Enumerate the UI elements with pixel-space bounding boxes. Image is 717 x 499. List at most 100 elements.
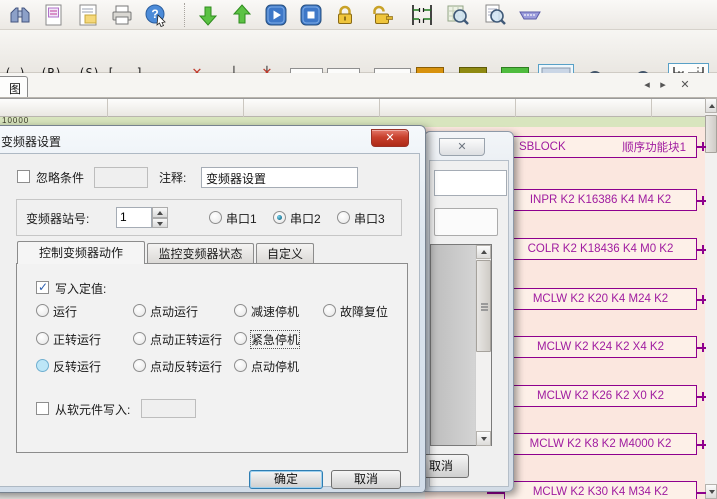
ladder-block[interactable]: MCLW K2 K8 K2 M4000 K2 bbox=[504, 433, 697, 455]
ladder-wire bbox=[487, 492, 504, 494]
station-label: 变频器站号: bbox=[26, 210, 89, 227]
unlock-icon[interactable] bbox=[370, 3, 394, 27]
background-dialog-field[interactable] bbox=[434, 170, 507, 196]
write-from-device-checkbox[interactable] bbox=[36, 402, 49, 415]
tab-prev-icon[interactable]: ◂ bbox=[640, 78, 654, 91]
comment-input[interactable]: 变频器设置 bbox=[201, 167, 358, 188]
down-arrow-icon bbox=[709, 490, 715, 494]
port1-label: 串口1 bbox=[226, 210, 257, 227]
tab-control-inverter[interactable]: 控制变频器动作 bbox=[17, 241, 145, 264]
convert-document-icon[interactable] bbox=[42, 3, 66, 27]
download-to-plc-icon[interactable] bbox=[196, 3, 220, 27]
action-jog-run-label: 点动运行 bbox=[150, 303, 198, 320]
spinner-down-button[interactable] bbox=[152, 218, 168, 229]
action-jog-run-radio[interactable] bbox=[133, 304, 146, 317]
scroll-up-button[interactable] bbox=[705, 98, 717, 113]
ladder-block[interactable]: COLR K2 K18436 K4 M0 K2 bbox=[504, 238, 697, 260]
run-plc-icon[interactable] bbox=[264, 3, 288, 27]
right-rail-tick bbox=[702, 392, 704, 401]
spinner-up-button[interactable] bbox=[152, 207, 168, 218]
action-jog-rev-run-radio[interactable] bbox=[133, 359, 146, 372]
listbox-scroll-up[interactable] bbox=[476, 245, 491, 259]
background-dialog-close-button[interactable]: ✕ bbox=[439, 138, 485, 156]
comment-label: 注释: bbox=[159, 169, 186, 186]
ladder-block[interactable]: MCLW K2 K20 K4 M24 K2 bbox=[504, 288, 697, 310]
action-jog-fwd-run-label: 点动正转运行 bbox=[150, 331, 222, 348]
listbox-scroll-thumb[interactable] bbox=[476, 260, 491, 352]
ladder-block[interactable]: INPR K2 K16386 K4 M4 K2 bbox=[504, 189, 697, 211]
print-icon[interactable] bbox=[110, 3, 134, 27]
help-icon[interactable]: ? bbox=[144, 3, 168, 27]
zoom-grid-search-icon[interactable] bbox=[446, 3, 470, 27]
stop-plc-icon[interactable] bbox=[299, 3, 323, 27]
ok-button[interactable]: 确定 bbox=[249, 470, 323, 489]
action-decel-stop-radio[interactable] bbox=[234, 304, 247, 317]
toolbar-separator bbox=[184, 3, 185, 27]
action-jog-rev-run-label: 点动反转运行 bbox=[150, 358, 222, 375]
action-run-radio[interactable] bbox=[36, 304, 49, 317]
station-value[interactable]: 1 bbox=[116, 207, 152, 228]
ignore-condition-checkbox[interactable] bbox=[17, 170, 30, 183]
main-vertical-scrollbar[interactable] bbox=[705, 98, 717, 499]
serial-port-icon[interactable] bbox=[518, 3, 542, 27]
down-arrow-icon bbox=[481, 437, 487, 441]
column-separator bbox=[379, 99, 380, 117]
tab-monitor-inverter[interactable]: 监控变频器状态 bbox=[147, 243, 254, 264]
port3-radio[interactable] bbox=[337, 211, 350, 224]
cancel-button[interactable]: 取消 bbox=[331, 470, 401, 489]
listbox-scroll-down[interactable] bbox=[476, 431, 491, 446]
ladder-monitor-icon[interactable] bbox=[410, 3, 434, 27]
ladder-document-tab[interactable]: 图 bbox=[0, 76, 28, 98]
action-jog-stop-radio[interactable] bbox=[234, 359, 247, 372]
ladder-block[interactable]: MCLW K2 K26 K2 X0 K2 bbox=[504, 385, 697, 407]
action-rev-run-label: 反转运行 bbox=[53, 358, 101, 375]
thumb-grip bbox=[481, 303, 488, 305]
scroll-thumb[interactable] bbox=[705, 115, 717, 153]
action-fwd-run-radio[interactable] bbox=[36, 332, 49, 345]
action-fwd-run-label: 正转运行 bbox=[53, 331, 101, 348]
column-separator bbox=[243, 99, 244, 117]
block-comment: 顺序功能块1 bbox=[622, 139, 686, 155]
ladder-block[interactable]: MCLW K2 K30 K4 M34 K2 bbox=[504, 481, 697, 499]
scroll-down-button[interactable] bbox=[705, 484, 717, 499]
application-window: ? bbox=[0, 0, 717, 499]
action-run-label: 运行 bbox=[53, 303, 77, 320]
lock-icon[interactable] bbox=[333, 3, 357, 27]
action-emergency-stop-radio[interactable] bbox=[234, 332, 247, 345]
document-tabbar: 图 ◂ ▸ ✕ bbox=[0, 73, 717, 98]
up-arrow-icon bbox=[157, 211, 163, 215]
inverter-settings-dialog: 变频器设置 ✕ 忽略条件 注释: 变频器设置 变频器站号: 1 串口1 串口2 … bbox=[0, 125, 426, 493]
ladder-block[interactable]: MCLW K2 K24 K2 X4 K2 bbox=[504, 336, 697, 358]
upload-from-plc-icon[interactable] bbox=[230, 3, 254, 27]
ladder-wire bbox=[697, 492, 706, 494]
ladder-toolbar: -( )- F7 -(R)- sF8 -(S)- sF7 [ ] F8 ——— … bbox=[0, 30, 717, 73]
right-rail-tick bbox=[702, 142, 704, 151]
action-jog-fwd-run-radio[interactable] bbox=[133, 332, 146, 345]
right-rail-tick bbox=[702, 245, 704, 254]
listbox-scrollbar[interactable] bbox=[475, 245, 491, 445]
write-from-device-label: 从软元件写入: bbox=[55, 401, 130, 418]
port2-radio[interactable] bbox=[273, 211, 286, 224]
ladder-block-sblock[interactable]: SBLOCK 顺序功能块1 bbox=[504, 136, 697, 158]
port2-label: 串口2 bbox=[290, 210, 321, 227]
tab-next-icon[interactable]: ▸ bbox=[656, 78, 670, 91]
station-spinner[interactable]: 1 bbox=[116, 207, 168, 228]
ladder-column-header bbox=[0, 98, 705, 117]
background-dialog-listbox[interactable] bbox=[430, 244, 492, 446]
port3-label: 串口3 bbox=[354, 210, 385, 227]
write-from-device-field[interactable] bbox=[141, 399, 196, 418]
write-value-checkbox[interactable] bbox=[36, 281, 49, 294]
port1-radio[interactable] bbox=[209, 211, 222, 224]
document-search-icon[interactable] bbox=[483, 3, 507, 27]
binoculars-search-icon[interactable] bbox=[8, 3, 32, 27]
program-report-icon[interactable] bbox=[76, 3, 100, 27]
network-label: 10000 bbox=[2, 116, 29, 125]
action-fault-reset-radio[interactable] bbox=[323, 304, 336, 317]
tab-close-icon[interactable]: ✕ bbox=[678, 78, 692, 91]
tab-custom[interactable]: 自定义 bbox=[256, 243, 314, 264]
ignore-condition-field[interactable] bbox=[94, 167, 148, 188]
action-rev-run-radio[interactable] bbox=[36, 359, 49, 372]
right-rail-tick bbox=[702, 196, 704, 205]
up-arrow-icon bbox=[481, 250, 487, 254]
dialog-close-button[interactable]: ✕ bbox=[371, 129, 409, 147]
